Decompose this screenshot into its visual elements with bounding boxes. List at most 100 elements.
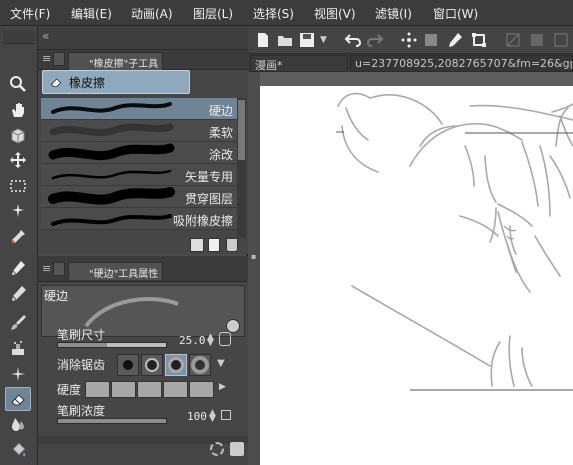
wrench-settings-icon[interactable] [210,442,224,456]
brush-size-value[interactable]: 25.0 [179,334,206,347]
tab-eraser-subtool[interactable]: "橡皮擦"子工具 [68,52,164,70]
new-file-button[interactable] [252,29,274,51]
open-button[interactable] [274,29,296,51]
magic-wand-tool[interactable] [5,199,31,223]
brush-label: 涂改 [208,148,233,162]
file-tab-title: u=237708925,2082765707&fm=26&gp=0.j [355,57,572,70]
menu-icon[interactable]: ≡ [42,52,51,65]
hand-tool[interactable] [5,98,31,122]
clear-icon [401,32,417,48]
menu-icon[interactable]: ≡ [42,262,51,275]
eraser-tool[interactable] [5,387,31,411]
drawing-canvas[interactable] [260,86,573,465]
transform-button[interactable] [468,29,490,51]
redo-button[interactable] [364,29,386,51]
pen-tab-icon[interactable] [53,262,65,276]
antialias-weak[interactable] [141,354,163,376]
brush-soft[interactable]: 柔软 [41,120,237,142]
menu-bar: 文件(F) 编辑(E) 动画(A) 图层(L) 选择(S) 视图(V) 滤镜(I… [0,0,573,26]
antialias-none[interactable] [117,354,139,376]
subtool-settings-icon[interactable] [190,238,204,252]
antialias-strong[interactable] [189,354,211,376]
blend-tool[interactable] [5,412,31,436]
menu-window[interactable]: 窗口(W) [433,5,478,22]
hardness-level-4[interactable] [163,381,188,398]
scroll-marker: ▪ [251,252,257,261]
trash-icon[interactable] [226,238,238,252]
density-option-icon[interactable] [221,410,231,420]
brush-rough[interactable]: 涂改 [41,142,237,164]
marquee-icon [10,180,26,192]
density-slider[interactable] [57,418,167,424]
antialias-medium[interactable] [165,354,187,376]
fill-tool[interactable] [5,438,31,462]
hardness-level-1[interactable] [85,381,110,398]
blend-icon [12,418,24,431]
command-bar: ▼ [248,26,573,54]
brush-vector[interactable]: 矢量专用 [41,164,237,186]
collapse-icon[interactable]: « [42,29,49,43]
move-tool[interactable] [5,148,31,172]
zoom-tool[interactable] [5,72,31,96]
tab-image-file[interactable]: u=237708925,2082765707&fm=26&gp=0.j [350,55,573,72]
marquee-tool[interactable] [5,174,31,198]
tool-property-panel: ≡ "硬边"工具属性 硬边 笔刷尺寸 25.0 ▲ ▼ 消除锯齿 ▼ 硬度 ▶ … [38,256,248,465]
eraser-group-button[interactable]: 橡皮擦 [42,70,190,94]
sparkle-icon [11,367,25,381]
folder-icon [278,36,292,46]
brush-list-scrollbar[interactable] [237,98,246,238]
object-tool[interactable] [5,124,31,148]
menu-select[interactable]: 选择(S) [253,5,294,22]
menu-edit[interactable]: 编辑(E) [71,5,112,22]
airbrush-tool[interactable] [5,337,31,361]
disabled-tool-3[interactable] [550,29,572,51]
brush-snap-eraser[interactable]: 吸附橡皮擦 [41,208,237,230]
brush-size-slider[interactable] [57,342,167,348]
density-value[interactable]: 100 [187,410,207,423]
pressure-icon[interactable] [219,332,231,346]
brush-size-spinner[interactable]: ▲ ▼ [207,333,214,348]
pen-tool[interactable] [5,256,31,280]
decoration-tool[interactable] [5,362,31,386]
tool-icon[interactable] [230,442,244,456]
density-spinner[interactable]: ▲ ▼ [209,409,216,424]
fill-selection-button[interactable] [420,29,442,51]
pen-tab-icon[interactable] [53,52,65,66]
hardness-level-5[interactable] [189,381,214,398]
sketch-lines [336,92,573,391]
subtool-actions [188,238,248,254]
menu-file[interactable]: 文件(F) [10,5,50,22]
chevron-right-icon[interactable]: ▶ [219,382,226,392]
pen-fill-button[interactable] [444,29,466,51]
document-tabs: 漫画* u=237708925,2082765707&fm=26&gp=0.j [248,54,573,72]
transform-icon [472,33,486,47]
copy-subtool-icon[interactable] [208,238,220,252]
disabled-tool-2[interactable] [526,29,548,51]
menu-animation[interactable]: 动画(A) [131,5,173,22]
brush-label: 矢量专用 [184,170,233,184]
stroke-preview [51,102,172,114]
brush-list: 硬边 柔软 涂改 矢量专用 贯穿图层 吸附橡皮擦 [41,98,237,230]
disabled-tool-1[interactable] [502,29,524,51]
menu-layer[interactable]: 图层(L) [193,5,233,22]
menu-filter[interactable]: 滤镜(I) [375,5,412,22]
menu-view[interactable]: 视图(V) [314,5,356,22]
pencil-tool[interactable] [5,282,31,306]
redo-icon [366,34,384,47]
brush-all-layers[interactable]: 贯穿图层 [41,186,237,208]
stroke-preview [49,123,174,137]
hardness-level-2[interactable] [111,381,136,398]
workspace: ▪ [248,72,573,465]
tab-tool-property[interactable]: "硬边"工具属性 [68,262,164,280]
tab-comic-document[interactable]: 漫画* [250,55,348,72]
brush-tool[interactable] [5,311,31,335]
undo-button[interactable] [342,29,364,51]
eyedropper-tool[interactable] [5,225,31,249]
save-button[interactable] [296,29,318,51]
chevron-down-icon[interactable]: ▼ [217,358,225,369]
clear-button[interactable] [398,29,420,51]
brush-hard-edge[interactable]: 硬边 [41,98,237,120]
hardness-level-3[interactable] [137,381,162,398]
toolbox-grip[interactable] [3,30,35,44]
chevron-down-icon[interactable]: ▼ [320,35,327,45]
